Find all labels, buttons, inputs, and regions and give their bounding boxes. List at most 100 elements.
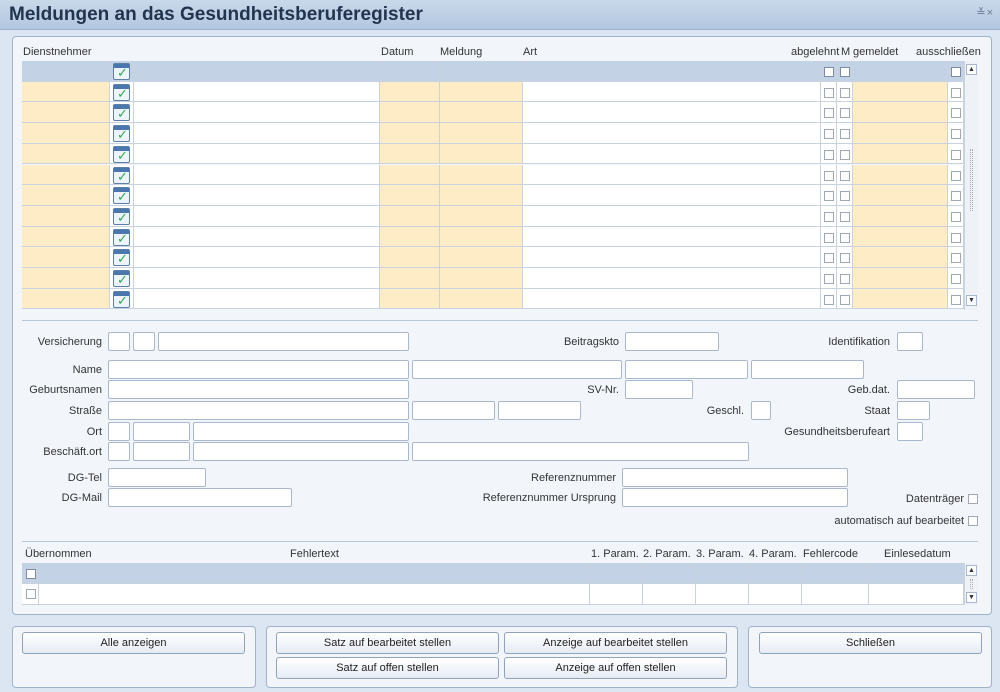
abgelehnt-checkbox[interactable] <box>824 87 834 98</box>
m-checkbox[interactable] <box>840 274 850 284</box>
art-cell[interactable] <box>523 185 821 206</box>
ausschliessen-checkbox[interactable] <box>951 149 961 160</box>
meldung-cell[interactable] <box>440 288 523 310</box>
meldung-cell[interactable] <box>440 123 523 144</box>
art-cell[interactable] <box>523 81 821 103</box>
ausschliessen-checkbox[interactable] <box>951 129 961 140</box>
m-checkbox[interactable] <box>840 129 850 140</box>
dienstnehmer-cell[interactable] <box>22 226 110 248</box>
abgelehnt-checkbox[interactable] <box>824 170 834 181</box>
ausschliessen-checkbox[interactable] <box>951 170 961 181</box>
checked-status-icon[interactable]: ✓ <box>113 83 130 101</box>
meldung-cell[interactable] <box>440 143 523 165</box>
dienstnehmer-cell[interactable] <box>22 102 110 124</box>
checked-status-icon[interactable]: ✓ <box>113 187 130 205</box>
checked-status-icon[interactable]: ✓ <box>113 290 130 308</box>
datum-cell[interactable] <box>380 123 440 144</box>
versicherung-field-3[interactable] <box>158 332 409 351</box>
ausschliessen-checkbox[interactable] <box>951 294 961 305</box>
dienstnehmer-name-cell[interactable] <box>134 81 380 103</box>
error-grid-cell[interactable] <box>749 584 802 605</box>
meldung-cell[interactable] <box>440 226 523 248</box>
meldung-cell[interactable] <box>440 102 523 124</box>
abgelehnt-checkbox[interactable] <box>824 274 834 284</box>
beschaeft-ort-field-4[interactable] <box>412 442 749 461</box>
scroll-down-icon[interactable]: ▼ <box>966 295 977 306</box>
sv-nr-field[interactable] <box>625 380 693 399</box>
art-cell[interactable] <box>523 247 821 268</box>
checked-status-icon[interactable]: ✓ <box>113 125 130 143</box>
identifikation-field[interactable] <box>897 332 923 351</box>
dienstnehmer-name-cell[interactable] <box>134 143 380 165</box>
dienstnehmer-name-cell[interactable] <box>134 247 380 268</box>
m-checkbox[interactable] <box>840 232 850 243</box>
abgelehnt-checkbox[interactable] <box>824 129 834 140</box>
referenznummer-ursprung-field[interactable] <box>622 488 848 507</box>
gemeldet-cell[interactable] <box>853 81 948 103</box>
error-grid-cell[interactable] <box>643 584 696 605</box>
datum-cell[interactable] <box>380 102 440 124</box>
name-field-3[interactable] <box>625 360 748 379</box>
ausschliessen-checkbox[interactable] <box>951 108 961 119</box>
ort-field-3[interactable] <box>193 422 409 441</box>
datum-cell[interactable] <box>380 247 440 268</box>
abgelehnt-checkbox[interactable] <box>824 294 834 305</box>
ausschliessen-checkbox[interactable] <box>951 274 961 284</box>
dg-tel-field[interactable] <box>108 468 206 487</box>
gemeldet-cell[interactable] <box>853 268 948 289</box>
gemeldet-cell[interactable] <box>853 164 948 186</box>
scroll-up-icon[interactable]: ▲ <box>966 64 977 75</box>
dienstnehmer-cell[interactable] <box>22 123 110 144</box>
error-grid-cell[interactable] <box>869 584 964 605</box>
gemeldet-cell[interactable] <box>853 247 948 268</box>
staat-field[interactable] <box>897 401 930 420</box>
checked-status-icon[interactable]: ✓ <box>113 166 130 184</box>
datum-cell[interactable] <box>380 143 440 165</box>
gemeldet-cell[interactable] <box>853 143 948 165</box>
error-grid-cell[interactable] <box>696 584 749 605</box>
m-checkbox[interactable] <box>840 253 850 264</box>
dienstnehmer-name-cell[interactable] <box>134 102 380 124</box>
uebernommen-checkbox[interactable] <box>26 589 36 599</box>
art-cell[interactable] <box>523 226 821 248</box>
m-checkbox[interactable] <box>840 294 850 305</box>
m-checkbox[interactable] <box>840 191 850 202</box>
alle-anzeigen-button[interactable]: Alle anzeigen <box>22 632 245 654</box>
satz-offen-button[interactable]: Satz auf offen stellen <box>276 657 499 679</box>
meldung-cell[interactable] <box>440 185 523 206</box>
m-checkbox[interactable] <box>840 87 850 98</box>
scroll-thumb[interactable] <box>970 579 973 589</box>
m-checkbox[interactable] <box>840 149 850 160</box>
art-cell[interactable] <box>523 143 821 165</box>
error-grid-scrollbar[interactable]: ▲ ▼ <box>964 563 978 605</box>
gemeldet-cell[interactable] <box>853 123 948 144</box>
dienstnehmer-name-cell[interactable] <box>134 226 380 248</box>
gemeldet-cell[interactable] <box>853 205 948 227</box>
datum-cell[interactable] <box>380 81 440 103</box>
meldungen-grid[interactable]: ✓ ✓ ✓ ✓ ✓ ✓ ✓ ✓ ✓ ✓ ✓ ✓ ▲ ▼ <box>22 61 978 310</box>
art-cell[interactable] <box>523 288 821 310</box>
versicherung-field-1[interactable] <box>108 332 130 351</box>
art-cell[interactable] <box>523 102 821 124</box>
abgelehnt-checkbox[interactable] <box>824 149 834 160</box>
abgelehnt-checkbox[interactable] <box>824 191 834 202</box>
dienstnehmer-cell[interactable] <box>22 81 110 103</box>
ort-field-2[interactable] <box>133 422 190 441</box>
error-grid-cell[interactable] <box>39 584 590 605</box>
art-cell[interactable] <box>523 205 821 227</box>
meldung-cell[interactable] <box>440 164 523 186</box>
checked-status-icon[interactable]: ✓ <box>113 63 130 80</box>
gemeldet-cell[interactable] <box>853 102 948 124</box>
beitragskto-field[interactable] <box>625 332 719 351</box>
scroll-thumb[interactable] <box>970 149 973 211</box>
dienstnehmer-cell[interactable] <box>22 185 110 206</box>
dg-mail-field[interactable] <box>108 488 292 507</box>
datum-cell[interactable] <box>380 226 440 248</box>
m-checkbox[interactable] <box>840 211 850 222</box>
versicherung-field-2[interactable] <box>133 332 155 351</box>
datentraeger-checkbox[interactable] <box>968 494 978 504</box>
geb-dat-field[interactable] <box>897 380 975 399</box>
m-checkbox[interactable] <box>840 108 850 119</box>
select-all-m-checkbox[interactable] <box>840 67 850 77</box>
beschaeft-ort-field-3[interactable] <box>193 442 409 461</box>
